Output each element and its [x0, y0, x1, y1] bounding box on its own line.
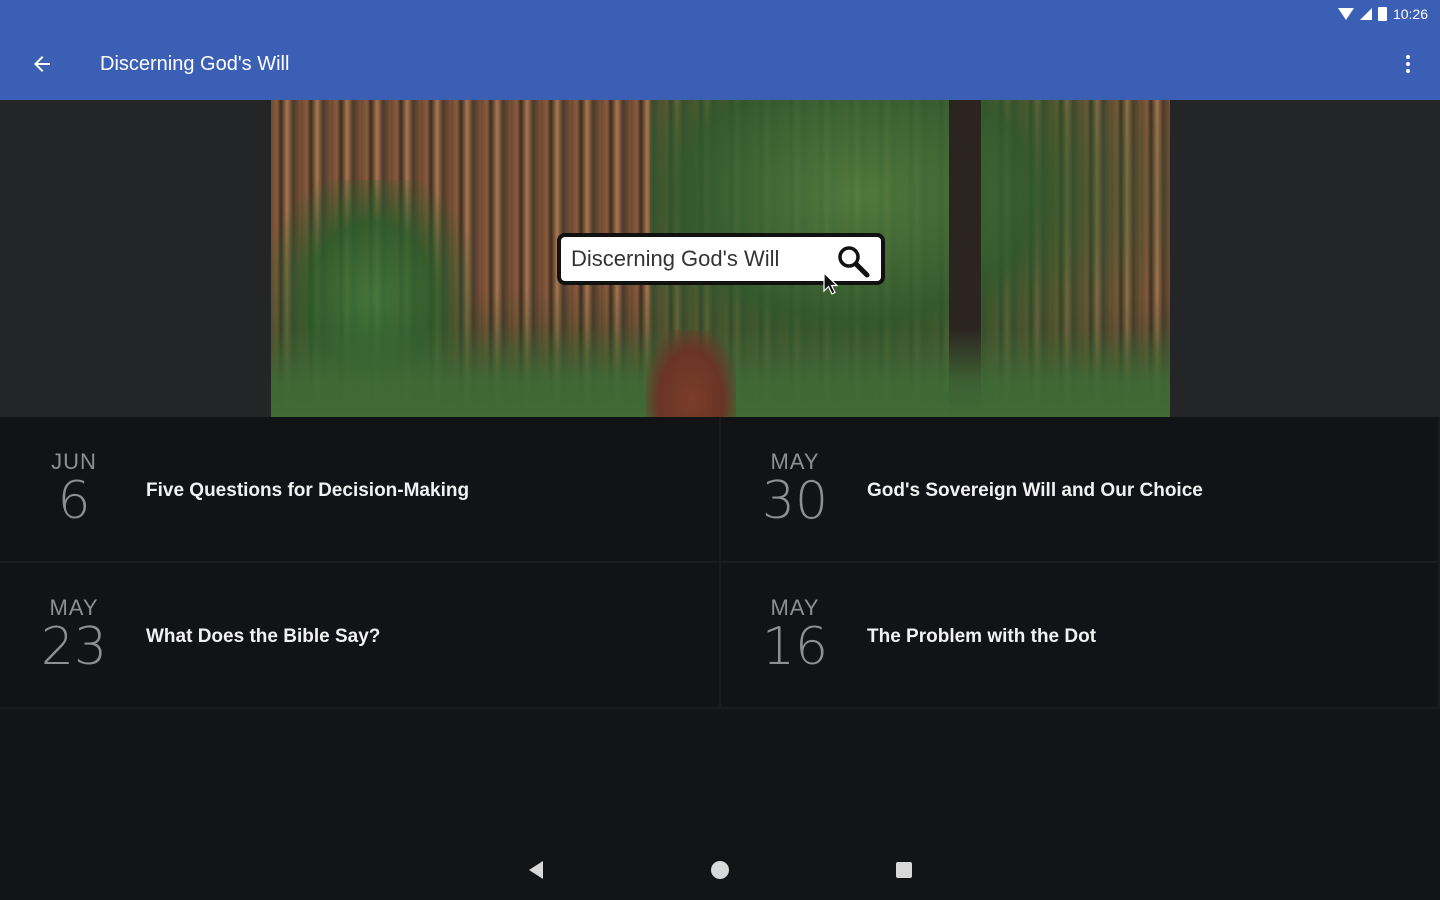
nav-home-button[interactable]: [703, 853, 737, 887]
post-date: MAY 16: [753, 595, 837, 673]
signal-icon: [1359, 8, 1372, 20]
nav-recents-button[interactable]: [887, 853, 921, 887]
post-card[interactable]: JUN 6 Five Questions for Decision-Making: [0, 417, 721, 563]
home-circle-icon: [711, 861, 729, 879]
hero-section: Discerning God's Will: [0, 100, 1440, 417]
post-title: The Problem with the Dot: [867, 626, 1097, 647]
arrow-back-icon: [34, 56, 50, 72]
post-date: MAY 23: [32, 595, 116, 673]
hero-image: Discerning God's Will: [271, 100, 1170, 417]
battery-icon: [1377, 7, 1387, 21]
post-day: 16: [761, 617, 829, 677]
status-bar: 10:26: [1337, 4, 1428, 24]
toolbar: Discerning God's Will: [0, 36, 1440, 92]
more-vert-icon: [1406, 55, 1410, 59]
system-nav-bar: [0, 840, 1440, 900]
mouse-pointer-icon: [823, 272, 839, 295]
post-day: 6: [57, 471, 91, 531]
back-triangle-icon: [529, 861, 543, 879]
post-date: MAY 30: [753, 449, 837, 527]
app-bar: 10:26 Discerning God's Will: [0, 0, 1440, 100]
nav-back-button[interactable]: [519, 853, 553, 887]
post-card[interactable]: MAY 23 What Does the Bible Say?: [0, 563, 721, 709]
post-date: JUN 6: [32, 449, 116, 527]
page-title: Discerning God's Will: [100, 52, 290, 75]
post-title: Five Questions for Decision-Making: [146, 480, 470, 501]
back-button[interactable]: [14, 36, 70, 92]
post-title: What Does the Bible Say?: [146, 626, 381, 647]
post-grid: JUN 6 Five Questions for Decision-Making…: [0, 417, 1440, 709]
post-card[interactable]: MAY 30 God's Sovereign Will and Our Choi…: [721, 417, 1440, 563]
recents-square-icon: [896, 862, 912, 878]
status-time: 10:26: [1392, 6, 1428, 22]
post-card[interactable]: MAY 16 The Problem with the Dot: [721, 563, 1440, 709]
overflow-menu-button[interactable]: [1394, 50, 1422, 78]
post-day: 30: [761, 471, 829, 531]
post-title: God's Sovereign Will and Our Choice: [867, 480, 1203, 501]
post-day: 23: [40, 617, 108, 677]
hero-search-text: Discerning God's Will: [571, 246, 780, 271]
wifi-icon: [1337, 8, 1354, 20]
